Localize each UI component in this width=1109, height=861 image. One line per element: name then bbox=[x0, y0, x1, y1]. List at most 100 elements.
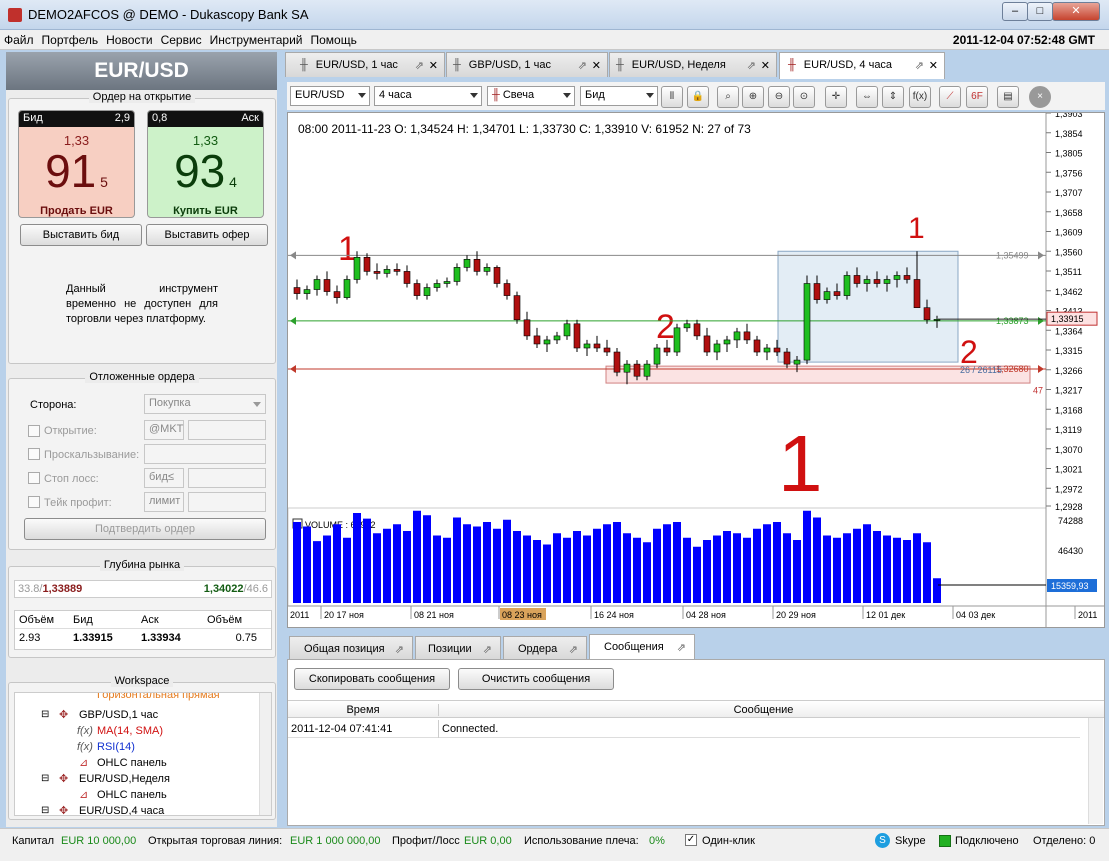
clear-messages-button[interactable]: Очистить сообщения bbox=[458, 668, 614, 690]
candle-body[interactable] bbox=[343, 279, 351, 298]
candle-body[interactable] bbox=[783, 351, 791, 365]
detach-icon[interactable]: ⇗ bbox=[395, 643, 404, 656]
zoom-reset-icon[interactable]: ⊙ bbox=[793, 86, 815, 108]
zoom-out-icon[interactable]: ⊖ bbox=[768, 86, 790, 108]
candle-body[interactable] bbox=[803, 283, 811, 361]
detach-icon[interactable]: ⇗ bbox=[415, 59, 424, 72]
price-side-select[interactable]: Бид bbox=[580, 86, 658, 106]
tree-item[interactable]: EUR/USD,4 часа bbox=[79, 805, 164, 815]
vertical-range-icon[interactable]: ⇕ bbox=[882, 86, 904, 108]
candle-body[interactable] bbox=[613, 351, 621, 373]
skype-label[interactable]: Skype bbox=[895, 835, 926, 847]
candle-body[interactable] bbox=[533, 335, 541, 345]
candle-body[interactable] bbox=[423, 287, 431, 296]
close-icon[interactable]: ✕ bbox=[592, 59, 601, 72]
candle-body[interactable] bbox=[313, 279, 321, 290]
candle-body[interactable] bbox=[633, 363, 641, 377]
menu-portfolio[interactable]: Портфель bbox=[38, 30, 103, 47]
close-icon[interactable]: ✕ bbox=[761, 59, 770, 72]
messages-scrollbar[interactable] bbox=[1088, 718, 1103, 824]
menu-tools[interactable]: Инструментарий bbox=[206, 30, 307, 47]
confirm-order-button[interactable]: Подтвердить ордер bbox=[24, 518, 266, 540]
tree-item[interactable]: RSI(14) bbox=[97, 741, 135, 753]
open-checkbox[interactable] bbox=[28, 425, 40, 437]
candle-body[interactable] bbox=[693, 323, 701, 337]
detach-icon[interactable]: ⇗ bbox=[747, 59, 756, 72]
candle-body[interactable] bbox=[473, 259, 481, 272]
candle-body[interactable] bbox=[883, 279, 891, 284]
candle-body[interactable] bbox=[553, 335, 561, 341]
candle-body[interactable] bbox=[563, 323, 571, 337]
candle-body[interactable] bbox=[373, 271, 381, 274]
candle-body[interactable] bbox=[753, 339, 761, 353]
candle-body[interactable] bbox=[573, 323, 581, 349]
candle-body[interactable] bbox=[393, 269, 401, 272]
tree-expander-icon[interactable]: ⊟ bbox=[41, 773, 49, 784]
tab-eurusd-1h[interactable]: ╫ EUR/USD, 1 час ⇗ ✕ bbox=[285, 52, 445, 77]
tree-item[interactable]: MA(14, SMA) bbox=[97, 725, 163, 737]
tree-item[interactable]: OHLC панель bbox=[97, 789, 167, 801]
candle-body[interactable] bbox=[893, 275, 901, 280]
place-bid-button[interactable]: Выставить бид bbox=[20, 224, 142, 246]
candle-body[interactable] bbox=[413, 283, 421, 296]
candle-body[interactable] bbox=[713, 343, 721, 353]
candle-body[interactable] bbox=[623, 363, 631, 373]
tab-overall-position[interactable]: Общая позиция ⇗ bbox=[289, 636, 413, 660]
candle-body[interactable] bbox=[643, 363, 651, 377]
candle-body[interactable] bbox=[463, 259, 471, 268]
tree-item[interactable]: EUR/USD,Неделя bbox=[79, 773, 170, 785]
candle-body[interactable] bbox=[503, 283, 511, 296]
zoom-in-icon[interactable]: ⊕ bbox=[742, 86, 764, 108]
open-price-field[interactable] bbox=[188, 420, 266, 440]
candle-body[interactable] bbox=[353, 257, 361, 280]
price-chart[interactable]: 08:00 2011-11-23 O: 1,34524 H: 1,34701 L… bbox=[286, 109, 1105, 628]
candle-body[interactable] bbox=[513, 295, 521, 321]
candle-body[interactable] bbox=[813, 283, 821, 300]
candle-body[interactable] bbox=[293, 287, 301, 294]
takeprofit-type-field[interactable]: лимит bbox=[144, 492, 184, 512]
detach-icon[interactable]: ⇗ bbox=[915, 59, 924, 72]
period-separator-icon[interactable]: ⫴ bbox=[661, 86, 683, 108]
candle-body[interactable] bbox=[303, 289, 311, 294]
menu-service[interactable]: Сервис bbox=[157, 30, 206, 47]
candle-body[interactable] bbox=[833, 291, 841, 296]
slippage-checkbox[interactable] bbox=[28, 448, 40, 460]
chart-type-select[interactable]: ╫ Свеча bbox=[487, 86, 575, 106]
candle-body[interactable] bbox=[823, 291, 831, 300]
candle-body[interactable] bbox=[873, 279, 881, 284]
candle-body[interactable] bbox=[403, 271, 411, 284]
chart-svg[interactable]: 08:00 2011-11-23 O: 1,34524 H: 1,34701 L… bbox=[286, 109, 1104, 627]
candle-body[interactable] bbox=[593, 343, 601, 349]
candle-body[interactable] bbox=[743, 331, 751, 341]
candle-body[interactable] bbox=[903, 275, 911, 280]
candle-body[interactable] bbox=[493, 267, 501, 284]
tree-item[interactable]: OHLC панель bbox=[97, 757, 167, 769]
candle-body[interactable] bbox=[863, 279, 871, 284]
save-icon[interactable]: ▤ bbox=[997, 86, 1019, 108]
candle-body[interactable] bbox=[603, 347, 611, 353]
stoploss-price-field[interactable] bbox=[188, 468, 266, 488]
skype-icon[interactable]: S bbox=[875, 833, 890, 848]
candle-body[interactable] bbox=[853, 275, 861, 284]
side-select[interactable]: Покупка bbox=[144, 394, 266, 414]
indicator-icon[interactable]: f(x) bbox=[909, 86, 931, 108]
tree-expander-icon[interactable]: ⊟ bbox=[41, 805, 49, 815]
candle-body[interactable] bbox=[653, 347, 661, 365]
ask-quote-panel[interactable]: 0,8 Аск 1,33 93 4 Купить EUR bbox=[147, 110, 264, 218]
tab-positions[interactable]: Позиции ⇗ bbox=[415, 636, 501, 660]
minimize-button[interactable]: – bbox=[1002, 2, 1028, 21]
instrument-select[interactable]: EUR/USD bbox=[290, 86, 370, 106]
candle-body[interactable] bbox=[763, 347, 771, 353]
candle-body[interactable] bbox=[523, 319, 531, 337]
candle-body[interactable] bbox=[663, 347, 671, 353]
crosshair-icon[interactable]: ✛ bbox=[825, 86, 847, 108]
one-click-checkbox[interactable]: ✓ bbox=[685, 834, 697, 846]
candle-body[interactable] bbox=[543, 339, 551, 345]
detach-icon[interactable]: ⇗ bbox=[578, 59, 587, 72]
tree-expander-icon[interactable]: ⊟ bbox=[41, 709, 49, 720]
tab-messages[interactable]: Сообщения ⇗ bbox=[589, 634, 695, 661]
menu-file[interactable]: Файл bbox=[0, 30, 38, 47]
candle-body[interactable] bbox=[733, 331, 741, 341]
candle-body[interactable] bbox=[333, 291, 341, 298]
candle-body[interactable] bbox=[383, 269, 391, 274]
